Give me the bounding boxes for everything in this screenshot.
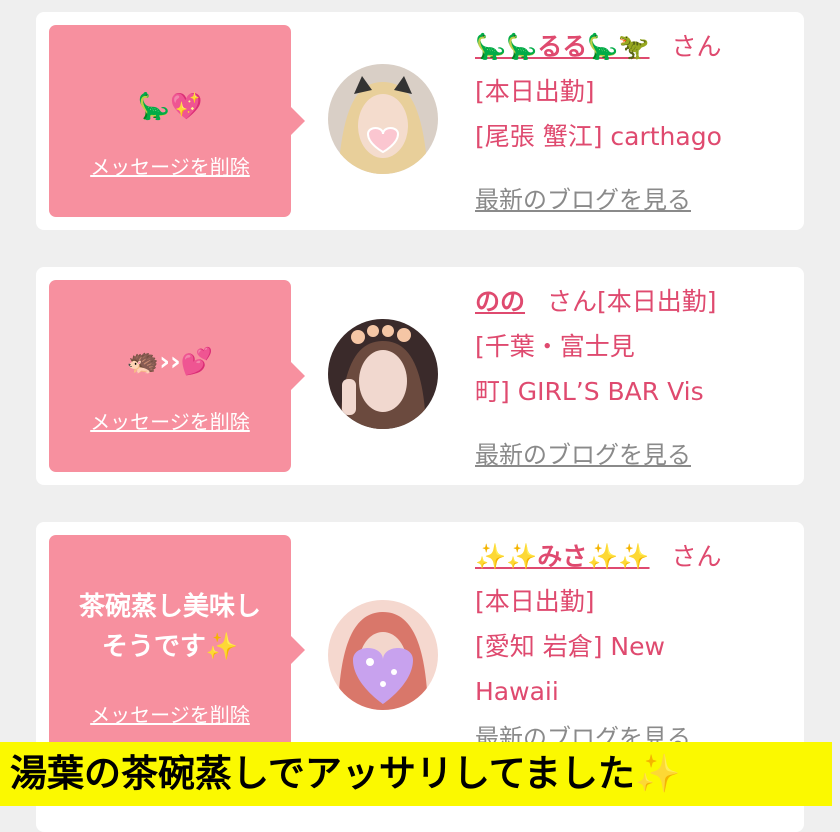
girl-name-link[interactable]: 🦕🦕るる🦕🦖: [475, 32, 650, 61]
honorific: さん: [671, 542, 722, 571]
shop-text-cont: Hawaii: [475, 677, 559, 706]
name-row: 🦕🦕るる🦕🦖 さん: [475, 24, 795, 69]
girl-info: のの さん[本日出勤] [千葉・富士見 町] GIRL’S BAR Vis: [475, 279, 795, 414]
avatar-photo: [328, 600, 438, 710]
avatar[interactable]: [328, 319, 438, 429]
status-text: [千葉・富士見: [475, 332, 635, 361]
delete-message-link[interactable]: メッセージを削除: [49, 699, 291, 728]
shop-text: 町] GIRL’S BAR Vis: [475, 377, 704, 406]
video-caption: 湯葉の茶碗蒸しでアッサリしてました✨: [0, 742, 832, 806]
girl-name-link[interactable]: のの: [475, 287, 525, 316]
honorific: さん[本日出勤]: [547, 287, 717, 316]
avatar-photo: [328, 64, 438, 174]
girl-name-link[interactable]: ✨✨みさ✨✨: [475, 542, 650, 571]
avatar-photo: [328, 319, 438, 429]
message-text: 茶碗蒸し美味しそうです✨: [78, 592, 261, 662]
girl-info: ✨✨みさ✨✨ さん [本日出勤] [愛知 岩倉] New Hawaii: [475, 534, 795, 714]
status-text: [本日出勤]: [475, 587, 595, 616]
message-text: 🦔››💕: [126, 347, 214, 377]
message-bubble: 茶碗蒸し美味しそうです✨ メッセージを削除: [49, 535, 291, 765]
honorific: さん: [671, 32, 722, 61]
name-row: のの さん[本日出勤]: [475, 279, 795, 324]
blog-link[interactable]: 最新のブログを見る: [475, 435, 691, 470]
shop-text: [愛知 岩倉] New: [475, 632, 665, 661]
shop-text: [尾張 蟹江] carthago: [475, 122, 722, 151]
message-card: 🦔››💕 メッセージを削除 のの さん[本日出勤] [千葉・富士見 町] GIRL…: [36, 267, 804, 485]
name-row: ✨✨みさ✨✨ さん: [475, 534, 795, 579]
message-text: 🦕💖: [137, 92, 203, 122]
delete-message-link[interactable]: メッセージを削除: [49, 406, 291, 435]
avatar[interactable]: [328, 600, 438, 710]
message-card: 🦕💖 メッセージを削除 🦕🦕るる🦕🦖 さん [本日出勤] [尾張 蟹江] cart…: [36, 12, 804, 230]
girl-info: 🦕🦕るる🦕🦖 さん [本日出勤] [尾張 蟹江] carthago: [475, 24, 795, 159]
delete-message-link[interactable]: メッセージを削除: [49, 151, 291, 180]
message-bubble: 🦔››💕 メッセージを削除: [49, 280, 291, 472]
status-text: [本日出勤]: [475, 77, 595, 106]
blog-link[interactable]: 最新のブログを見る: [475, 180, 691, 215]
avatar[interactable]: [328, 64, 438, 174]
message-bubble: 🦕💖 メッセージを削除: [49, 25, 291, 217]
